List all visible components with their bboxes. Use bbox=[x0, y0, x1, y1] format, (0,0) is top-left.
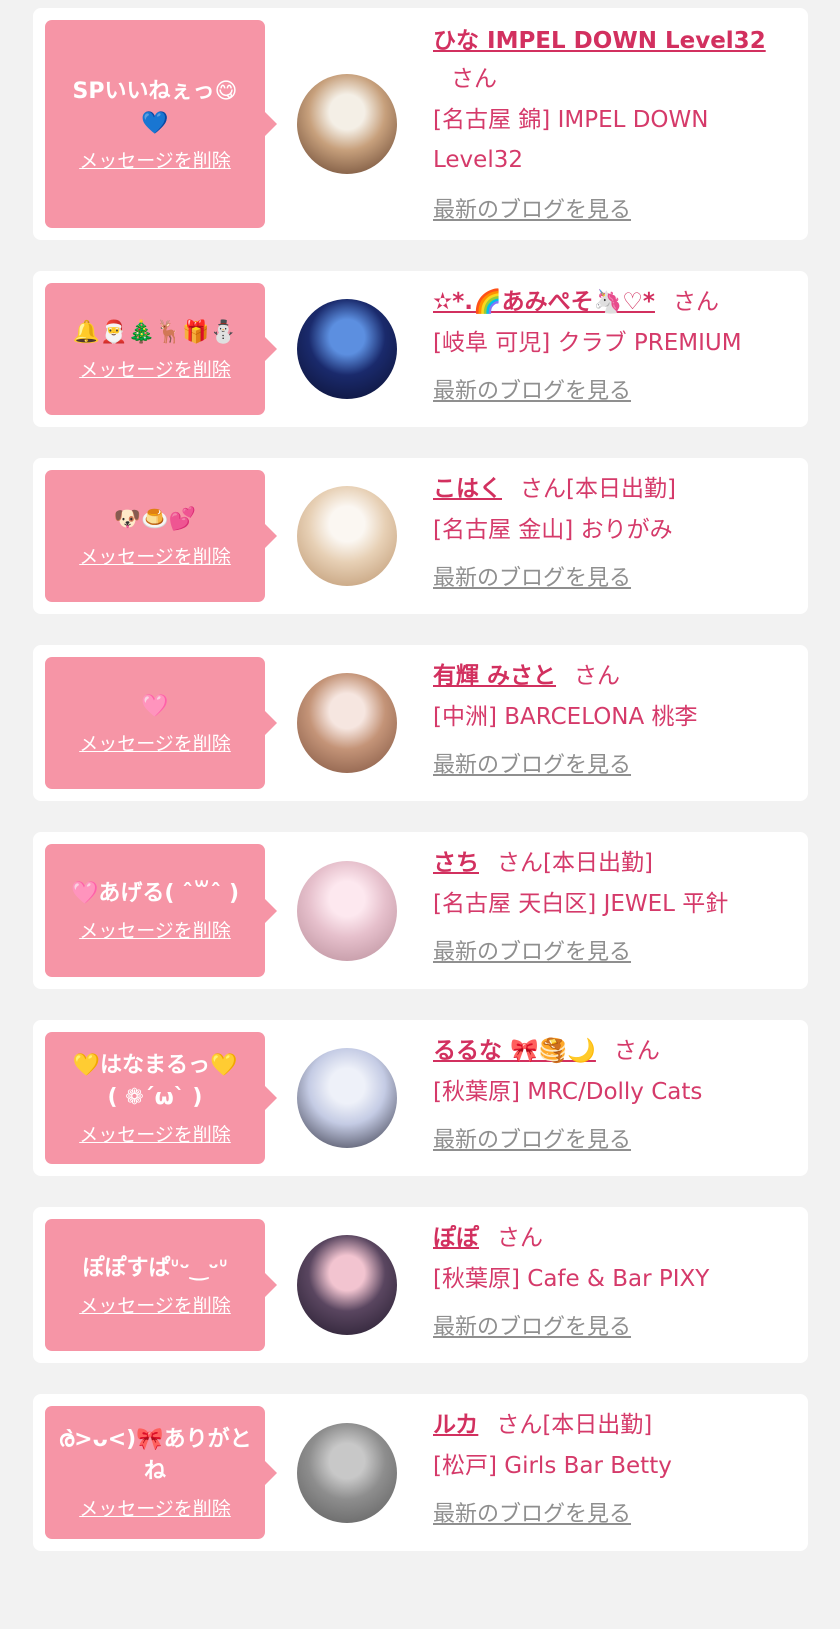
sender-name-link[interactable]: こはく bbox=[433, 476, 502, 502]
message-text: ぽぽすぱᐡᵕ‿ᵕᐡ bbox=[82, 1255, 228, 1281]
message-bubble: 🩷あげる( ˆ꒳ˆ ) メッセージを削除 bbox=[45, 844, 277, 977]
latest-blog-link[interactable]: 最新のブログを見る bbox=[433, 747, 631, 779]
avatar[interactable] bbox=[297, 74, 397, 174]
sender-name-line: 有輝 みさと さん bbox=[433, 657, 793, 695]
latest-blog-link[interactable]: 最新のブログを見る bbox=[433, 192, 631, 224]
sender-name-line: ぽぽ さん bbox=[433, 1219, 793, 1257]
sender-suffix: さん bbox=[672, 289, 719, 315]
delete-message-link[interactable]: メッセージを削除 bbox=[79, 355, 231, 382]
sender-name-link[interactable]: ✫*.🌈あみぺそ🦄♡* bbox=[433, 289, 655, 315]
delete-message-link[interactable]: メッセージを削除 bbox=[79, 916, 231, 943]
sender-name-line: ひな IMPEL DOWN Level32 さん bbox=[433, 22, 793, 98]
shop-label: [岐阜 可児] クラブ PREMIUM bbox=[433, 330, 742, 356]
shop-label: [名古屋 天白区] JEWEL 平針 bbox=[433, 891, 729, 917]
message-bubble: 🐶🍮💕 メッセージを削除 bbox=[45, 470, 277, 602]
latest-blog-link[interactable]: 最新のブログを見る bbox=[433, 934, 631, 966]
sender-name-line: さち さん[本日出勤] bbox=[433, 844, 793, 882]
latest-blog-link[interactable]: 最新のブログを見る bbox=[433, 1309, 631, 1341]
sender-info: ルカ さん[本日出勤] [松戸] Girls Bar Betty 最新のブログを見… bbox=[433, 1406, 793, 1528]
avatar[interactable] bbox=[297, 673, 397, 773]
message-card: ര̀>ᴗ<)🎀ありがとね メッセージを削除 ルカ さん[本日出勤] [松戸] Gi… bbox=[33, 1394, 808, 1551]
sender-suffix: さん[本日出勤] bbox=[520, 476, 676, 502]
avatar[interactable] bbox=[297, 861, 397, 961]
sender-info: るるな 🎀🥞🌙 さん [秋葉原] MRC/Dolly Cats 最新のブログを見る bbox=[433, 1032, 793, 1154]
sender-info: ひな IMPEL DOWN Level32 さん [名古屋 錦] IMPEL DO… bbox=[433, 22, 793, 224]
sender-name-link[interactable]: ひな IMPEL DOWN Level32 bbox=[433, 28, 766, 54]
message-card: 🐶🍮💕 メッセージを削除 こはく さん[本日出勤] [名古屋 金山] おりがみ 最… bbox=[33, 458, 808, 614]
delete-message-link[interactable]: メッセージを削除 bbox=[79, 729, 231, 756]
message-bubble: ぽぽすぱᐡᵕ‿ᵕᐡ メッセージを削除 bbox=[45, 1219, 277, 1351]
avatar[interactable] bbox=[297, 1048, 397, 1148]
message-bubble: 🩷 メッセージを削除 bbox=[45, 657, 277, 789]
sender-suffix: さん[本日出勤] bbox=[497, 850, 653, 876]
sender-suffix: さん bbox=[497, 1225, 543, 1251]
message-text: 🩷あげる( ˆ꒳ˆ ) bbox=[70, 881, 239, 906]
message-card: 🩷あげる( ˆ꒳ˆ ) メッセージを削除 さち さん[本日出勤] [名古屋 天白区… bbox=[33, 832, 808, 989]
message-bubble: ര̀>ᴗ<)🎀ありがとね メッセージを削除 bbox=[45, 1406, 277, 1539]
shop-label: [中洲] BARCELONA 桃李 bbox=[433, 704, 698, 730]
avatar[interactable] bbox=[297, 299, 397, 399]
shop-label: [名古屋 金山] おりがみ bbox=[433, 517, 673, 543]
latest-blog-link[interactable]: 最新のブログを見る bbox=[433, 560, 631, 592]
sender-name-line: るるな 🎀🥞🌙 さん bbox=[433, 1032, 793, 1070]
latest-blog-link[interactable]: 最新のブログを見る bbox=[433, 1122, 631, 1154]
message-text: 🐶🍮💕 bbox=[113, 506, 197, 532]
message-card: ぽぽすぱᐡᵕ‿ᵕᐡ メッセージを削除 ぽぽ さん [秋葉原] Cafe & Bar… bbox=[33, 1207, 808, 1363]
avatar[interactable] bbox=[297, 486, 397, 586]
shop-label: [松戸] Girls Bar Betty bbox=[433, 1453, 672, 1479]
avatar[interactable] bbox=[297, 1423, 397, 1523]
message-text: 🔔🎅🎄🦌🎁⛄ bbox=[72, 319, 238, 345]
sender-name-link[interactable]: ぽぽ bbox=[433, 1225, 479, 1251]
sender-name-line: ルカ さん[本日出勤] bbox=[433, 1406, 793, 1444]
sender-name-link[interactable]: るるな 🎀🥞🌙 bbox=[433, 1038, 596, 1064]
sender-suffix: さん bbox=[451, 66, 497, 92]
latest-blog-link[interactable]: 最新のブログを見る bbox=[433, 373, 631, 405]
sender-info: こはく さん[本日出勤] [名古屋 金山] おりがみ 最新のブログを見る bbox=[433, 470, 793, 592]
sender-info: ぽぽ さん [秋葉原] Cafe & Bar PIXY 最新のブログを見る bbox=[433, 1219, 793, 1341]
delete-message-link[interactable]: メッセージを削除 bbox=[79, 1120, 231, 1147]
sender-info: さち さん[本日出勤] [名古屋 天白区] JEWEL 平針 最新のブログを見る bbox=[433, 844, 793, 966]
shop-label: [名古屋 錦] IMPEL DOWN Level32 bbox=[433, 107, 709, 173]
message-bubble: 🔔🎅🎄🦌🎁⛄ メッセージを削除 bbox=[45, 283, 277, 415]
message-text: 💛はなまるっ💛 ( ❁´ω` ) bbox=[72, 1052, 238, 1110]
message-card: 🔔🎅🎄🦌🎁⛄ メッセージを削除 ✫*.🌈あみぺそ🦄♡* さん [岐阜 可児] クラ… bbox=[33, 271, 808, 427]
message-text: SPいいねぇっ😋 💙 bbox=[72, 78, 238, 136]
sender-name-link[interactable]: 有輝 みさと bbox=[433, 663, 556, 689]
message-text: 🩷 bbox=[141, 693, 169, 719]
delete-message-link[interactable]: メッセージを削除 bbox=[79, 1494, 231, 1521]
delete-message-link[interactable]: メッセージを削除 bbox=[79, 542, 231, 569]
shop-label: [秋葉原] Cafe & Bar PIXY bbox=[433, 1266, 710, 1292]
message-card: 💛はなまるっ💛 ( ❁´ω` ) メッセージを削除 るるな 🎀🥞🌙 さん [秋葉原… bbox=[33, 1020, 808, 1176]
message-text: ര̀>ᴗ<)🎀ありがとね bbox=[58, 1427, 252, 1484]
shop-label: [秋葉原] MRC/Dolly Cats bbox=[433, 1079, 703, 1105]
message-card: SPいいねぇっ😋 💙 メッセージを削除 ひな IMPEL DOWN Level3… bbox=[33, 8, 808, 240]
sender-name-line: ✫*.🌈あみぺそ🦄♡* さん bbox=[433, 283, 793, 321]
sender-suffix: さん bbox=[574, 663, 621, 689]
sender-name-link[interactable]: さち bbox=[433, 850, 479, 876]
delete-message-link[interactable]: メッセージを削除 bbox=[79, 1291, 231, 1318]
message-card: 🩷 メッセージを削除 有輝 みさと さん [中洲] BARCELONA 桃李 最新… bbox=[33, 645, 808, 801]
sender-name-line: こはく さん[本日出勤] bbox=[433, 470, 793, 508]
sender-suffix: さん bbox=[613, 1038, 660, 1064]
sender-suffix: さん[本日出勤] bbox=[496, 1412, 653, 1438]
message-list: SPいいねぇっ😋 💙 メッセージを削除 ひな IMPEL DOWN Level3… bbox=[0, 0, 840, 1629]
sender-name-link[interactable]: ルカ bbox=[433, 1412, 478, 1438]
sender-info: ✫*.🌈あみぺそ🦄♡* さん [岐阜 可児] クラブ PREMIUM 最新のブログ… bbox=[433, 283, 793, 405]
latest-blog-link[interactable]: 最新のブログを見る bbox=[433, 1496, 631, 1528]
sender-info: 有輝 みさと さん [中洲] BARCELONA 桃李 最新のブログを見る bbox=[433, 657, 793, 779]
message-bubble: SPいいねぇっ😋 💙 メッセージを削除 bbox=[45, 20, 277, 228]
message-bubble: 💛はなまるっ💛 ( ❁´ω` ) メッセージを削除 bbox=[45, 1032, 277, 1164]
delete-message-link[interactable]: メッセージを削除 bbox=[79, 146, 231, 173]
avatar[interactable] bbox=[297, 1235, 397, 1335]
